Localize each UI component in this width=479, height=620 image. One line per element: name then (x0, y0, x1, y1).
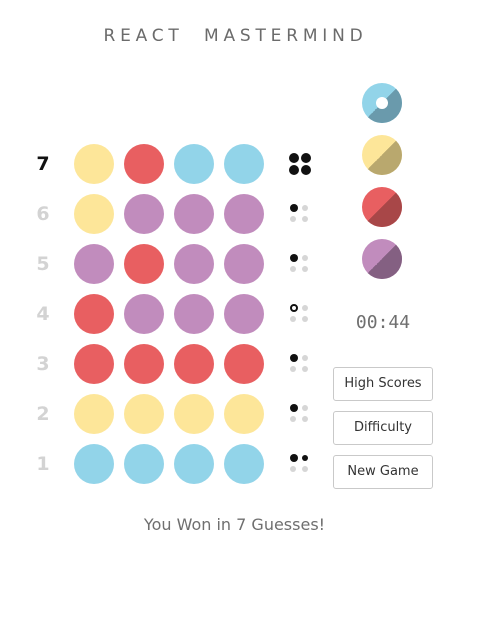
win-message: You Won in 7 Guesses! (143, 515, 326, 534)
score-pegs (289, 303, 313, 327)
score-peg (290, 366, 296, 372)
score-peg (302, 405, 308, 411)
code-peg (124, 194, 164, 234)
code-peg (124, 244, 164, 284)
score-peg (302, 216, 308, 222)
code-peg (174, 144, 214, 184)
score-peg (301, 153, 311, 163)
code-peg (74, 394, 114, 434)
guess-number: 4 (36, 303, 50, 325)
color-option-shade (362, 239, 402, 279)
score-pegs (289, 403, 313, 427)
code-peg (74, 344, 114, 384)
score-pegs (289, 203, 313, 227)
game-timer: 00:44 (355, 312, 411, 333)
code-peg (224, 244, 264, 284)
code-peg (174, 394, 214, 434)
score-peg (302, 205, 308, 211)
score-peg (302, 366, 308, 372)
code-peg (124, 144, 164, 184)
code-peg (174, 294, 214, 334)
selected-indicator (376, 97, 388, 109)
score-pegs (289, 153, 313, 177)
score-peg (302, 466, 308, 472)
score-peg (290, 466, 296, 472)
guess-number: 2 (36, 403, 50, 425)
code-peg (124, 394, 164, 434)
code-peg (224, 444, 264, 484)
score-peg (290, 316, 296, 322)
guess-row: 2 (28, 392, 318, 442)
new-game-button[interactable]: New Game (333, 455, 433, 489)
score-pegs (289, 453, 313, 477)
score-peg (302, 255, 308, 261)
score-peg (289, 165, 299, 175)
score-pegs (289, 253, 313, 277)
color-picker (362, 83, 402, 291)
code-peg (74, 294, 114, 334)
color-option-blue[interactable] (362, 83, 402, 123)
code-peg (74, 194, 114, 234)
code-peg (74, 444, 114, 484)
score-peg (302, 266, 308, 272)
score-pegs (289, 353, 313, 377)
score-peg (290, 216, 296, 222)
code-peg (224, 394, 264, 434)
score-peg (289, 153, 299, 163)
code-peg (174, 444, 214, 484)
code-peg (124, 294, 164, 334)
score-peg (302, 316, 308, 322)
code-peg (224, 294, 264, 334)
code-peg (224, 144, 264, 184)
code-peg (224, 344, 264, 384)
color-option-shade (362, 135, 402, 175)
difficulty-button[interactable]: Difficulty (333, 411, 433, 445)
score-peg (290, 354, 298, 362)
score-peg (290, 254, 298, 262)
code-peg (174, 344, 214, 384)
guess-row: 7 (28, 142, 318, 192)
color-option-purple[interactable] (362, 239, 402, 279)
score-peg (290, 204, 298, 212)
code-peg (74, 244, 114, 284)
score-peg (302, 455, 308, 461)
score-peg (302, 355, 308, 361)
code-peg (174, 244, 214, 284)
guess-number: 5 (36, 253, 50, 275)
score-peg (301, 165, 311, 175)
score-peg (290, 266, 296, 272)
code-peg (124, 444, 164, 484)
code-peg (224, 194, 264, 234)
guess-row: 1 (28, 442, 318, 492)
high-scores-button[interactable]: High Scores (333, 367, 433, 401)
code-peg (174, 194, 214, 234)
code-peg (124, 344, 164, 384)
score-peg (302, 416, 308, 422)
color-option-yellow[interactable] (362, 135, 402, 175)
guess-row: 4 (28, 292, 318, 342)
guess-number: 1 (36, 453, 50, 475)
app-title: REACT MASTERMIND (103, 26, 368, 46)
guess-number: 6 (36, 203, 50, 225)
game-board: 7 6 5 4 3 2 1 (28, 142, 318, 492)
guess-number: 3 (36, 353, 50, 375)
guess-row: 5 (28, 242, 318, 292)
score-peg (290, 416, 296, 422)
score-peg (290, 304, 298, 312)
guess-row: 6 (28, 192, 318, 242)
color-option-red[interactable] (362, 187, 402, 227)
guess-number: 7 (36, 153, 50, 175)
guess-row: 3 (28, 342, 318, 392)
code-peg (74, 144, 114, 184)
score-peg (302, 305, 308, 311)
score-peg (290, 454, 298, 462)
color-option-shade (362, 187, 402, 227)
score-peg (290, 404, 298, 412)
